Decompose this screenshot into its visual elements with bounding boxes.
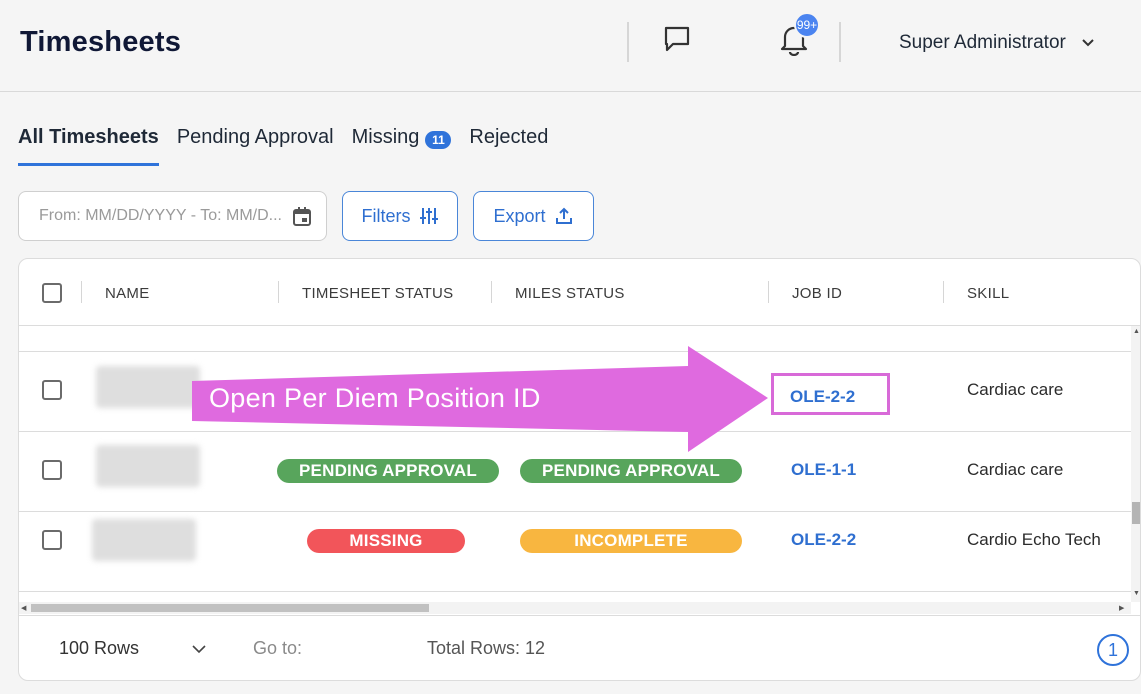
divider	[839, 22, 841, 62]
column-separator	[81, 281, 82, 303]
timesheets-table: NAME TIMESHEET STATUS MILES STATUS JOB I…	[18, 258, 1141, 681]
page-title: Timesheets	[20, 26, 182, 58]
date-range-field[interactable]	[18, 191, 327, 241]
filters-label: Filters	[361, 205, 411, 226]
skill-cell: Cardio Echo Tech	[967, 530, 1101, 549]
skill-cell: Cardiac care	[967, 460, 1064, 479]
job-id-link-highlighted[interactable]: OLE-2-2	[790, 387, 855, 407]
timesheet-status-badge: PENDING APPROVAL	[277, 459, 499, 483]
row-checkbox[interactable]	[42, 460, 62, 480]
user-menu[interactable]: Super Administrator	[899, 30, 1096, 56]
column-header-name[interactable]: NAME	[105, 285, 150, 302]
horizontal-scrollbar[interactable]: ◀ ▶	[19, 602, 1131, 614]
calendar-icon[interactable]	[291, 205, 313, 227]
tab-pending-approval[interactable]: Pending Approval	[177, 126, 334, 166]
missing-count-badge: 11	[425, 131, 452, 149]
total-rows-label: Total Rows: 12	[427, 638, 546, 658]
scrollbar-thumb[interactable]	[31, 604, 429, 612]
miles-status-badge: PENDING APPROVAL	[520, 459, 742, 483]
divider	[627, 22, 629, 62]
table-row[interactable]: MISSING INCOMPLETE OLE-2-2 Cardio Echo T…	[19, 512, 1131, 592]
column-header-timesheet-status[interactable]: TIMESHEET STATUS	[302, 285, 453, 302]
column-separator	[278, 281, 279, 303]
scrollbar-thumb[interactable]	[1132, 502, 1140, 524]
vertical-scrollbar[interactable]: ▲ ▼	[1131, 326, 1140, 602]
export-button[interactable]: Export	[473, 191, 594, 241]
column-separator	[943, 281, 944, 303]
job-id-link[interactable]: OLE-1-1	[791, 460, 856, 480]
column-separator	[491, 281, 492, 303]
table-footer: 100 Rows Go to: Total Rows: 12 1	[19, 615, 1140, 680]
tab-rejected[interactable]: Rejected	[469, 126, 548, 166]
scroll-left-icon[interactable]: ◀	[21, 604, 26, 612]
tab-label: Pending Approval	[176, 126, 334, 148]
export-label: Export	[493, 205, 546, 226]
select-all-checkbox[interactable]	[42, 283, 62, 303]
chat-icon[interactable]	[662, 24, 692, 54]
tab-label: All Timesheets	[18, 126, 159, 148]
sliders-icon	[419, 208, 438, 224]
user-name: Super Administrator	[899, 32, 1066, 53]
miles-status-badge: INCOMPLETE	[520, 529, 742, 553]
filters-button[interactable]: Filters	[342, 191, 458, 241]
row-checkbox[interactable]	[42, 380, 62, 400]
tab-label: Rejected	[469, 126, 549, 148]
notification-badge: 99+	[794, 12, 820, 38]
tab-all-timesheets[interactable]: All Timesheets	[18, 126, 159, 166]
chevron-down-icon	[192, 645, 206, 654]
timesheet-tabs: All Timesheets Pending Approval Missing 1…	[18, 126, 548, 168]
scroll-up-icon[interactable]: ▲	[1133, 328, 1140, 335]
goto-page-label[interactable]: Go to:	[253, 638, 302, 659]
date-range-input[interactable]	[39, 207, 287, 225]
column-separator	[768, 281, 769, 303]
upload-icon	[555, 207, 572, 224]
page-number-button[interactable]: 1	[1097, 634, 1129, 666]
rows-per-page-select[interactable]: 100 Rows	[59, 638, 207, 659]
skill-cell: Cardiac care	[967, 380, 1064, 399]
employee-name-redacted	[96, 445, 200, 487]
top-bar: Timesheets 99+ Super Administrator	[0, 0, 1141, 92]
rows-per-page-value: 100 Rows	[59, 638, 140, 658]
employee-name-redacted	[96, 366, 200, 408]
table-header: NAME TIMESHEET STATUS MILES STATUS JOB I…	[19, 259, 1140, 326]
tab-missing[interactable]: Missing 11	[352, 126, 452, 166]
annotation-text: Open Per Diem Position ID	[209, 383, 541, 413]
row-checkbox[interactable]	[42, 530, 62, 550]
timesheet-status-badge: MISSING	[307, 529, 465, 553]
employee-name-redacted	[92, 519, 196, 561]
scroll-down-icon[interactable]: ▼	[1133, 590, 1140, 597]
tab-label: Missing	[351, 126, 420, 148]
column-header-miles-status[interactable]: MILES STATUS	[515, 285, 625, 302]
column-header-skill[interactable]: SKILL	[967, 285, 1009, 302]
scroll-right-icon[interactable]: ▶	[1119, 604, 1124, 612]
job-id-link[interactable]: OLE-2-2	[791, 530, 856, 550]
chevron-down-icon	[1082, 39, 1094, 47]
column-header-job-id[interactable]: JOB ID	[792, 285, 842, 302]
